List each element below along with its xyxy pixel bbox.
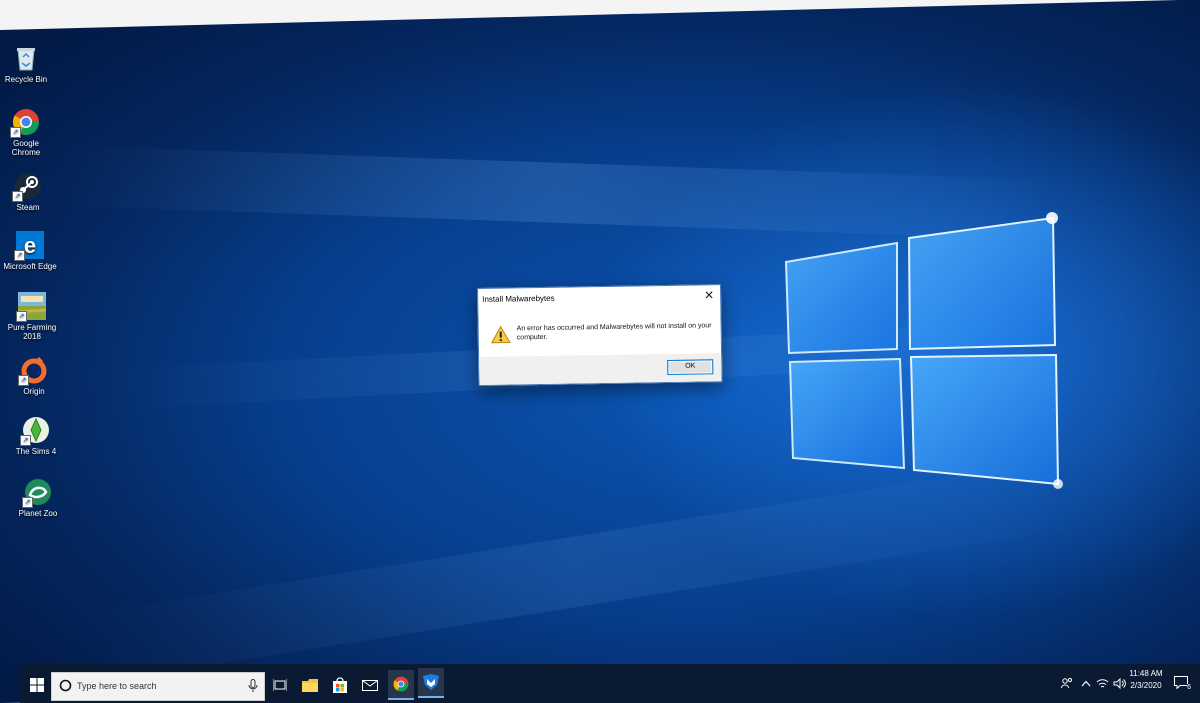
desktop: Recycle Bin ↗ Google Chrome ↗ Steam e ↗ … [0, 0, 1200, 703]
ok-button[interactable]: OK [667, 359, 714, 376]
shortcut-arrow-icon: ↗ [14, 250, 25, 261]
desktop-icon-steam[interactable]: ↗ Steam [0, 172, 56, 212]
desktop-icon-google-chrome[interactable]: ↗ Google Chrome [0, 108, 54, 157]
chrome-icon: ↗ [10, 108, 40, 138]
desktop-icon-recycle-bin[interactable]: Recycle Bin [0, 44, 54, 84]
light-ray [59, 145, 1052, 240]
network-button[interactable] [1095, 676, 1109, 690]
desktop-icon-label: Planet Zoo [18, 509, 58, 518]
desktop-icon-label: Pure Farming 2018 [7, 323, 57, 341]
chrome-icon [393, 676, 409, 692]
task-view-button[interactable] [268, 672, 292, 698]
shortcut-arrow-icon: ↗ [12, 191, 23, 202]
task-view-icon [273, 679, 287, 691]
desktop-icon-label: Google Chrome [11, 139, 41, 157]
search-box[interactable]: Type here to search [51, 672, 265, 701]
microphone-icon[interactable] [248, 679, 258, 693]
windows-start-icon [30, 678, 44, 692]
file-explorer-button[interactable] [298, 672, 322, 698]
action-center-button[interactable]: 6 [1172, 673, 1191, 691]
people-button[interactable] [1060, 676, 1074, 690]
svg-text:e: e [24, 233, 36, 258]
close-icon[interactable]: ✕ [700, 286, 718, 304]
chevron-up-icon [1081, 680, 1091, 686]
notification-count-badge: 6 [1187, 684, 1191, 691]
desktop-icon-microsoft-edge[interactable]: e ↗ Microsoft Edge [2, 231, 58, 271]
clock[interactable]: 11:48 AM 2/3/2020 [1124, 669, 1168, 697]
light-ray [86, 460, 1066, 683]
store-icon [333, 677, 347, 693]
install-error-dialog: Install Malwarebytes ✕ An error has occu… [477, 284, 723, 386]
mail-button[interactable] [358, 672, 382, 698]
file-explorer-icon [302, 678, 318, 692]
shortcut-arrow-icon: ↗ [16, 311, 27, 322]
cortana-icon [59, 679, 72, 692]
clock-time: 11:48 AM [1129, 669, 1163, 678]
malwarebytes-icon [423, 674, 439, 690]
pure-farming-icon: ↗ [16, 292, 46, 322]
warning-icon [491, 325, 511, 344]
chrome-taskbar-button[interactable] [388, 670, 414, 700]
desktop-icon-planet-zoo[interactable]: ↗ Planet Zoo [10, 478, 66, 518]
recycle-bin-icon [12, 44, 40, 72]
notification-icon [1174, 675, 1188, 689]
planet-zoo-icon: ↗ [22, 478, 52, 508]
sims-icon: ↗ [20, 416, 50, 446]
show-hidden-icons-button[interactable] [1080, 676, 1092, 690]
start-button[interactable] [26, 674, 48, 696]
shortcut-arrow-icon: ↗ [22, 497, 33, 508]
people-icon [1061, 677, 1073, 689]
desktop-icon-pure-farming-2018[interactable]: ↗ Pure Farming 2018 [4, 292, 60, 341]
desktop-icon-origin[interactable]: ↗ Origin [6, 356, 62, 396]
store-button[interactable] [328, 672, 352, 698]
search-placeholder: Type here to search [77, 681, 157, 691]
mail-icon [362, 679, 378, 691]
shortcut-arrow-icon: ↗ [20, 435, 31, 446]
shortcut-arrow-icon: ↗ [18, 375, 29, 386]
desktop-icon-label: Recycle Bin [4, 75, 48, 84]
edge-icon: e ↗ [14, 231, 44, 261]
wifi-icon [1096, 678, 1108, 687]
desktop-icon-label: The Sims 4 [15, 447, 57, 456]
dialog-footer: OK [479, 353, 722, 385]
desktop-icon-label: Microsoft Edge [3, 262, 57, 271]
malwarebytes-taskbar-button[interactable] [418, 668, 444, 698]
desktop-icon-label: Origin [23, 387, 45, 396]
shortcut-arrow-icon: ↗ [10, 127, 21, 138]
steam-icon: ↗ [12, 172, 42, 202]
clock-date: 2/3/2020 [1130, 681, 1162, 690]
desktop-icon-label: Steam [16, 203, 40, 212]
desktop-icon-the-sims-4[interactable]: ↗ The Sims 4 [8, 416, 64, 456]
origin-icon: ↗ [18, 356, 48, 386]
taskbar: Type here to search 11:48 AM 2/3/2020 6 [20, 664, 1200, 703]
dialog-titlebar[interactable]: Install Malwarebytes ✕ [478, 285, 720, 311]
dialog-title: Install Malwarebytes [482, 293, 555, 304]
dialog-message: An error has occurred and Malwarebytes w… [516, 322, 712, 342]
